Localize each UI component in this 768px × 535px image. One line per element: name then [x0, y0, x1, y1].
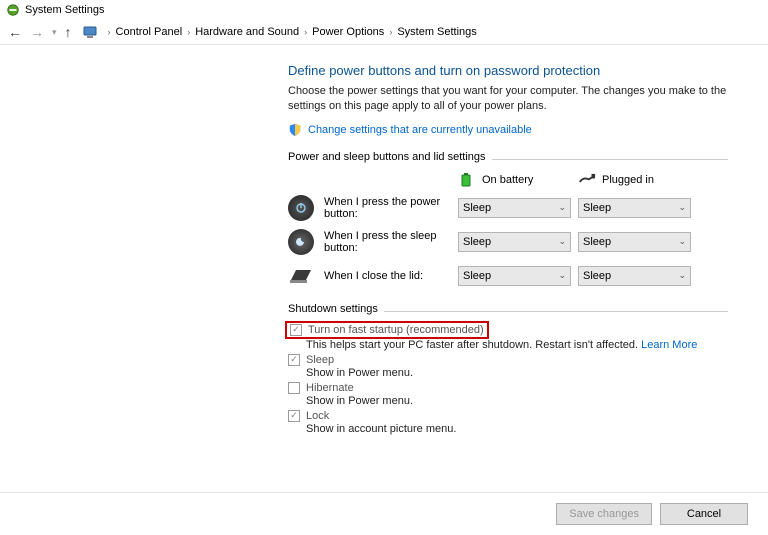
chevron-down-icon: ⌄ [678, 236, 686, 247]
sleep-button-plugged-select[interactable]: Sleep⌄ [578, 232, 691, 252]
sleep-option-label: Sleep [306, 354, 334, 366]
sleep-button-label: When I press the sleep button: [324, 230, 458, 254]
power-button-icon [288, 195, 314, 221]
shutdown-section-title: Shutdown settings [288, 303, 384, 315]
chevron-down-icon: ⌄ [558, 270, 566, 281]
breadcrumb: › Control Panel › Hardware and Sound › P… [108, 26, 477, 38]
fast-startup-label: Turn on fast startup (recommended) [308, 324, 484, 336]
chevron-right-icon: › [389, 27, 392, 37]
sleep-button-icon [288, 229, 314, 255]
sleep-button-battery-select[interactable]: Sleep⌄ [458, 232, 571, 252]
window-title: System Settings [25, 4, 104, 16]
plugged-in-label: Plugged in [602, 174, 654, 186]
power-buttons-section-title: Power and sleep buttons and lid settings [288, 151, 492, 163]
fast-startup-highlight: Turn on fast startup (recommended) [285, 321, 489, 339]
hibernate-option-label: Hibernate [306, 382, 354, 394]
sleep-option-description: Show in Power menu. [306, 367, 728, 379]
hibernate-option-description: Show in Power menu. [306, 395, 728, 407]
chevron-down-icon: ⌄ [558, 202, 566, 213]
power-button-plugged-select[interactable]: Sleep⌄ [578, 198, 691, 218]
on-battery-label: On battery [482, 174, 533, 186]
app-icon [6, 3, 20, 17]
nav-recent-icon[interactable]: ▾ [52, 27, 57, 38]
lid-label: When I close the lid: [324, 270, 458, 282]
nav-forward-icon: → [30, 24, 44, 40]
nav-up-icon[interactable]: ↑ [65, 24, 72, 40]
change-settings-link[interactable]: Change settings that are currently unava… [308, 124, 532, 136]
chevron-down-icon: ⌄ [678, 270, 686, 281]
chevron-right-icon: › [108, 27, 111, 37]
page-description: Choose the power settings that you want … [288, 84, 728, 115]
fast-startup-description: This helps start your PC faster after sh… [306, 339, 728, 351]
power-button-battery-select[interactable]: Sleep⌄ [458, 198, 571, 218]
nav-back-icon[interactable]: ← [8, 24, 22, 40]
lock-checkbox[interactable] [288, 410, 300, 422]
hibernate-checkbox[interactable] [288, 382, 300, 394]
breadcrumb-hardware-sound[interactable]: Hardware and Sound [195, 26, 299, 38]
lock-option-description: Show in account picture menu. [306, 423, 728, 435]
chevron-down-icon: ⌄ [678, 202, 686, 213]
save-changes-button: Save changes [556, 503, 652, 525]
chevron-down-icon: ⌄ [558, 236, 566, 247]
shield-icon [288, 123, 302, 137]
lid-icon [288, 263, 314, 289]
page-heading: Define power buttons and turn on passwor… [288, 63, 728, 78]
breadcrumb-control-panel[interactable]: Control Panel [116, 26, 183, 38]
breadcrumb-power-options[interactable]: Power Options [312, 26, 384, 38]
sleep-checkbox[interactable] [288, 354, 300, 366]
learn-more-link[interactable]: Learn More [641, 339, 697, 351]
fast-startup-checkbox[interactable] [290, 324, 302, 336]
pc-icon [82, 24, 98, 40]
breadcrumb-system-settings[interactable]: System Settings [397, 26, 476, 38]
lid-plugged-select[interactable]: Sleep⌄ [578, 266, 691, 286]
power-button-label: When I press the power button: [324, 196, 458, 220]
lid-battery-select[interactable]: Sleep⌄ [458, 266, 571, 286]
plug-icon [578, 173, 596, 187]
cancel-button[interactable]: Cancel [660, 503, 748, 525]
chevron-right-icon: › [187, 27, 190, 37]
chevron-right-icon: › [304, 27, 307, 37]
lock-option-label: Lock [306, 410, 329, 422]
battery-icon [458, 173, 476, 187]
